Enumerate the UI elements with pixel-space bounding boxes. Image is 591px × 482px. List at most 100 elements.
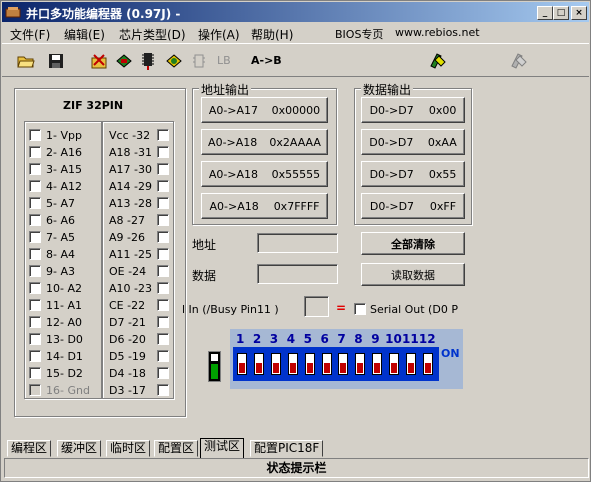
zif-left-pin[interactable]: 10- A2 xyxy=(29,280,82,296)
dip-switch-toggle[interactable] xyxy=(321,353,332,375)
addr-out-button-3[interactable]: A0->A18 0x55555 xyxy=(201,161,328,187)
pin-checkbox[interactable] xyxy=(157,129,169,141)
data-out-button-3[interactable]: D0->D7 0x55 xyxy=(361,161,465,187)
zif-right-pin[interactable]: A11 -25 xyxy=(109,246,169,262)
zif-right-pin[interactable]: D6 -20 xyxy=(109,331,169,347)
data-out-button-4[interactable]: D0->D7 0xFF xyxy=(361,193,465,219)
pin-checkbox[interactable] xyxy=(157,282,169,294)
zif-left-pin[interactable]: 6- A6 xyxy=(29,212,75,228)
dip-switch-toggle[interactable] xyxy=(237,353,247,375)
lock-icon[interactable] xyxy=(427,50,449,72)
tab-config[interactable]: 配置区 xyxy=(154,440,199,457)
clear-all-button[interactable]: 全部清除 xyxy=(361,232,465,255)
dip-switch-toggle[interactable] xyxy=(270,353,281,375)
pin-checkbox[interactable] xyxy=(157,180,169,192)
menu-chip-type[interactable]: 芯片类型(D) xyxy=(119,26,186,43)
dip-switch-toggle[interactable] xyxy=(253,353,264,375)
dip-switch-toggle[interactable] xyxy=(389,353,400,375)
address-field[interactable] xyxy=(257,233,338,253)
dip-switch-toggle[interactable] xyxy=(372,353,383,375)
zif-right-pin[interactable]: D3 -17 xyxy=(109,382,169,398)
zif-left-pin[interactable]: 13- D0 xyxy=(29,331,83,347)
zif-right-pin[interactable]: A17 -30 xyxy=(109,161,169,177)
addr-out-button-1[interactable]: A0->A17 0x00000 xyxy=(201,97,328,123)
tab-test[interactable]: 测试区 xyxy=(200,438,245,458)
zif-right-pin[interactable]: A18 -31 xyxy=(109,144,169,160)
dip-switch-toggle[interactable] xyxy=(355,353,366,375)
maximize-button[interactable]: □ xyxy=(553,6,569,20)
zif-left-pin[interactable]: 5- A7 xyxy=(29,195,75,211)
dip-switch-toggle[interactable] xyxy=(422,353,433,375)
read-data-button[interactable]: 读取数据 xyxy=(361,263,465,286)
data-field[interactable] xyxy=(257,264,338,284)
tab-buffer[interactable]: 缓冲区 xyxy=(57,440,102,457)
pin-checkbox[interactable] xyxy=(29,163,41,175)
zif-right-pin[interactable]: A13 -28 xyxy=(109,195,169,211)
zif-right-pin[interactable]: A14 -29 xyxy=(109,178,169,194)
serial-out-checkbox[interactable] xyxy=(354,303,366,315)
zif-left-pin[interactable]: 15- D2 xyxy=(29,365,83,381)
chip-verify-icon[interactable] xyxy=(163,50,185,72)
zif-right-pin[interactable]: D7 -21 xyxy=(109,314,169,330)
zif-left-pin[interactable]: 14- D1 xyxy=(29,348,83,364)
pin-checkbox[interactable] xyxy=(29,333,41,345)
zif-left-pin[interactable]: 7- A5 xyxy=(29,229,75,245)
zif-left-pin[interactable]: 8- A4 xyxy=(29,246,75,262)
website-link[interactable]: www.rebios.net xyxy=(395,26,480,39)
close-button[interactable]: × xyxy=(571,6,587,20)
pin-checkbox[interactable] xyxy=(29,146,41,158)
zif-right-pin[interactable]: CE -22 xyxy=(109,297,169,313)
zif-right-pin[interactable]: OE -24 xyxy=(109,263,169,279)
pin-checkbox[interactable] xyxy=(157,333,169,345)
data-out-button-2[interactable]: D0->D7 0xAA xyxy=(361,129,465,155)
zif-left-pin[interactable]: 11- A1 xyxy=(29,297,82,313)
save-disk-icon[interactable] xyxy=(45,50,67,72)
tab-config-pic18f[interactable]: 配置PIC18F xyxy=(250,440,324,457)
pin-checkbox[interactable] xyxy=(29,316,41,328)
zif-left-pin[interactable]: 12- A0 xyxy=(29,314,82,330)
addr-out-button-4[interactable]: A0->A18 0x7FFFF xyxy=(201,193,328,219)
zif-left-pin[interactable]: 1- Vpp xyxy=(29,127,82,143)
zif-left-pin[interactable]: 2- A16 xyxy=(29,144,82,160)
pin-checkbox[interactable] xyxy=(157,350,169,362)
pin-checkbox[interactable] xyxy=(157,146,169,158)
pin-checkbox[interactable] xyxy=(157,231,169,243)
zif-right-pin[interactable]: A9 -26 xyxy=(109,229,169,245)
zif-left-pin[interactable]: 16- Gnd xyxy=(29,382,90,398)
menu-bios-page[interactable]: BIOS专页 xyxy=(335,26,383,42)
pin-checkbox[interactable] xyxy=(29,197,41,209)
menu-operate[interactable]: 操作(A) xyxy=(198,26,240,43)
zif-left-pin[interactable]: 9- A3 xyxy=(29,263,75,279)
zif-left-pin[interactable]: 3- A15 xyxy=(29,161,82,177)
pin-checkbox[interactable] xyxy=(157,214,169,226)
a-to-b-button[interactable]: A->B xyxy=(251,54,282,67)
pin-checkbox[interactable] xyxy=(157,299,169,311)
pin-checkbox[interactable] xyxy=(29,214,41,226)
pin-checkbox[interactable] xyxy=(29,367,41,379)
dip-switch-toggle[interactable] xyxy=(406,353,416,375)
pin-checkbox[interactable] xyxy=(29,384,41,396)
pin-checkbox[interactable] xyxy=(29,180,41,192)
zif-right-pin[interactable]: Vcc -32 xyxy=(109,127,169,143)
erase-icon[interactable] xyxy=(88,50,110,72)
pin-checkbox[interactable] xyxy=(157,163,169,175)
pin-checkbox[interactable] xyxy=(29,299,41,311)
pin-checkbox[interactable] xyxy=(157,316,169,328)
dip-switch-toggle[interactable] xyxy=(338,353,349,375)
zif-right-pin[interactable]: A10 -23 xyxy=(109,280,169,296)
pin-checkbox[interactable] xyxy=(157,197,169,209)
pin-checkbox[interactable] xyxy=(29,350,41,362)
chip-icon[interactable] xyxy=(113,50,135,72)
menu-help[interactable]: 帮助(H) xyxy=(251,26,293,43)
pin-checkbox[interactable] xyxy=(157,367,169,379)
pin-checkbox[interactable] xyxy=(157,384,169,396)
zif-right-pin[interactable]: A8 -27 xyxy=(109,212,169,228)
pin-checkbox[interactable] xyxy=(29,248,41,260)
pin-checkbox[interactable] xyxy=(29,282,41,294)
dip-switch-toggle[interactable] xyxy=(287,353,298,375)
zif-left-pin[interactable]: 4- A12 xyxy=(29,178,82,194)
pin-checkbox[interactable] xyxy=(29,265,41,277)
menu-file[interactable]: 文件(F) xyxy=(10,26,50,43)
minimize-button[interactable]: _ xyxy=(537,6,553,20)
zif-right-pin[interactable]: D4 -18 xyxy=(109,365,169,381)
